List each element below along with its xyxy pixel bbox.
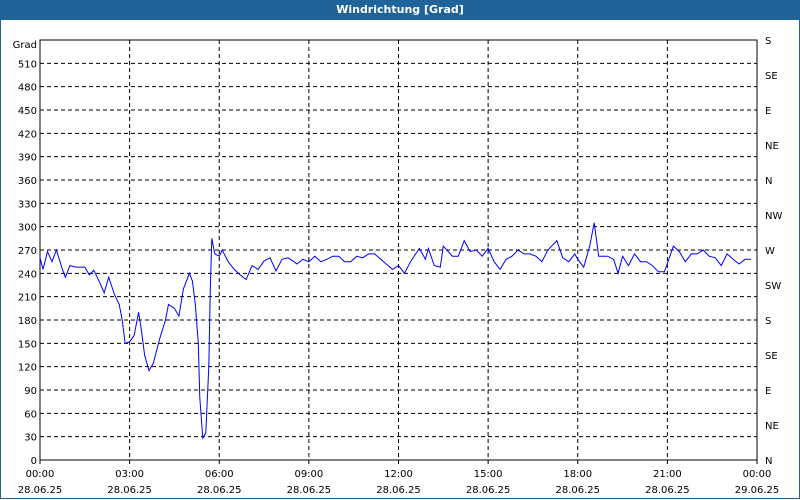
y-tick-label: 240 [18,269,37,280]
x-tick-date: 28.06.25 [18,485,63,496]
x-tick-time: 00:00 [26,469,55,480]
x-tick-date: 29.06.25 [735,485,780,496]
x-tick-date: 28.06.25 [645,485,690,496]
y-tick-label: 90 [24,386,37,397]
y-axis-title: Grad [13,40,37,51]
y-tick-label: 120 [18,363,37,374]
right-axis-label: S [765,316,771,327]
x-tick-time: 03:00 [115,469,144,480]
right-axis-label: NW [765,211,782,222]
series-line-windrichtung [39,222,751,440]
y-tick-label: 420 [18,129,37,140]
x-tick-time: 15:00 [474,469,503,480]
right-axis-label: N [765,176,772,187]
y-tick-label: 180 [18,316,37,327]
y-tick-label: 0 [31,456,37,467]
y-tick-label: 150 [18,339,37,350]
x-tick-date: 28.06.25 [466,485,511,496]
right-axis-label: SE [765,351,778,362]
x-tick-time: 18:00 [563,469,592,480]
x-tick-date: 28.06.25 [555,485,600,496]
right-axis-label: SW [765,281,781,292]
x-tick-date: 28.06.25 [287,485,332,496]
y-tick-label: 450 [18,106,37,117]
y-tick-label: 270 [18,246,37,257]
y-tick-label: 390 [18,153,37,164]
y-tick-label: 60 [24,409,37,420]
x-tick-date: 28.06.25 [107,485,152,496]
x-tick-time: 06:00 [205,469,234,480]
y-tick-label: 30 [24,433,37,444]
y-tick-label: 300 [18,223,37,234]
x-tick-time: 12:00 [384,469,413,480]
right-axis-label: NE [765,141,779,152]
x-tick-date: 28.06.25 [376,485,421,496]
right-axis-label: SE [765,71,778,82]
x-tick-time: 21:00 [653,469,682,480]
y-tick-label: 510 [18,59,37,70]
x-tick-date: 28.06.25 [197,485,242,496]
y-tick-label: 210 [18,293,37,304]
y-tick-label: 360 [18,176,37,187]
x-tick-time: 00:00 [743,469,772,480]
y-tick-label: 330 [18,199,37,210]
right-axis-label: N [765,456,772,467]
right-axis-label: E [765,106,771,117]
right-axis-label: NE [765,421,779,432]
right-axis-label: S [765,36,771,47]
wind-direction-chart: 0 30 60 90 120 150 180 210 240 270 300 330 360 390 420… [13,36,783,496]
right-axis-label: W [765,246,775,257]
right-axis-label: E [765,386,771,397]
y-tick-label: 480 [18,83,37,94]
x-tick-time: 09:00 [294,469,323,480]
